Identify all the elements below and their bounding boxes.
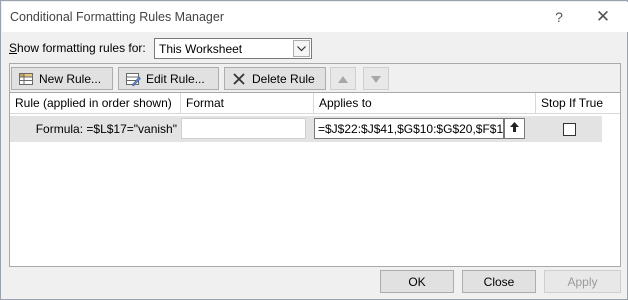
delete-rule-button[interactable]: Delete Rule (224, 67, 326, 90)
column-header-applies-to[interactable]: Applies to (314, 93, 536, 114)
close-icon[interactable]: ✕ (584, 2, 622, 32)
rules-grid: Rule (applied in order shown) Format App… (9, 93, 621, 267)
show-rules-selected: This Worksheet (159, 42, 243, 56)
rules-toolbar: New Rule... Edit Rule... Delete Rule (9, 63, 621, 93)
stop-if-true-checkbox[interactable] (563, 123, 576, 136)
rule-formula[interactable]: Formula: =$L$17="vanish" (10, 116, 177, 142)
help-button[interactable]: ? (540, 2, 578, 32)
column-header-format[interactable]: Format (181, 93, 314, 114)
delete-rule-label: Delete Rule (252, 71, 315, 86)
apply-button[interactable]: Apply (544, 270, 621, 293)
ok-button[interactable]: OK (380, 270, 454, 293)
grid-header: Rule (applied in order shown) Format App… (10, 93, 620, 114)
edit-rule-button[interactable]: Edit Rule... (118, 67, 219, 90)
new-rule-label: New Rule... (39, 71, 102, 86)
format-preview (181, 118, 306, 139)
chevron-down-icon[interactable] (293, 40, 310, 57)
show-rules-dropdown[interactable]: This Worksheet (154, 38, 312, 59)
new-rule-button[interactable]: New Rule... (11, 67, 113, 90)
edit-rule-icon (125, 71, 141, 87)
delete-icon (231, 71, 247, 87)
move-down-button[interactable] (363, 67, 389, 90)
edit-rule-label: Edit Rule... (146, 71, 205, 86)
close-button[interactable]: Close (462, 270, 536, 293)
show-rules-label: Show formatting rules for: (9, 41, 146, 55)
arrow-up-icon (509, 121, 520, 136)
conditional-formatting-dialog: Conditional Formatting Rules Manager ? ✕… (0, 0, 628, 300)
move-up-button[interactable] (330, 67, 356, 90)
column-header-rule[interactable]: Rule (applied in order shown) (10, 93, 181, 114)
title-bar: Conditional Formatting Rules Manager ? ✕ (2, 2, 628, 32)
applies-to-input[interactable]: =$J$22:$J$41,$G$10:$G$20,$F$11,$F$ (314, 118, 504, 139)
range-select-button[interactable] (504, 118, 525, 139)
column-header-stop-if-true[interactable]: Stop If True (536, 93, 620, 114)
triangle-down-icon (371, 72, 381, 86)
dialog-title: Conditional Formatting Rules Manager (10, 10, 224, 24)
triangle-up-icon (338, 72, 348, 86)
rule-row[interactable]: Formula: =$L$17="vanish" =$J$22:$J$41,$G… (10, 116, 602, 142)
new-rule-icon (18, 71, 34, 87)
